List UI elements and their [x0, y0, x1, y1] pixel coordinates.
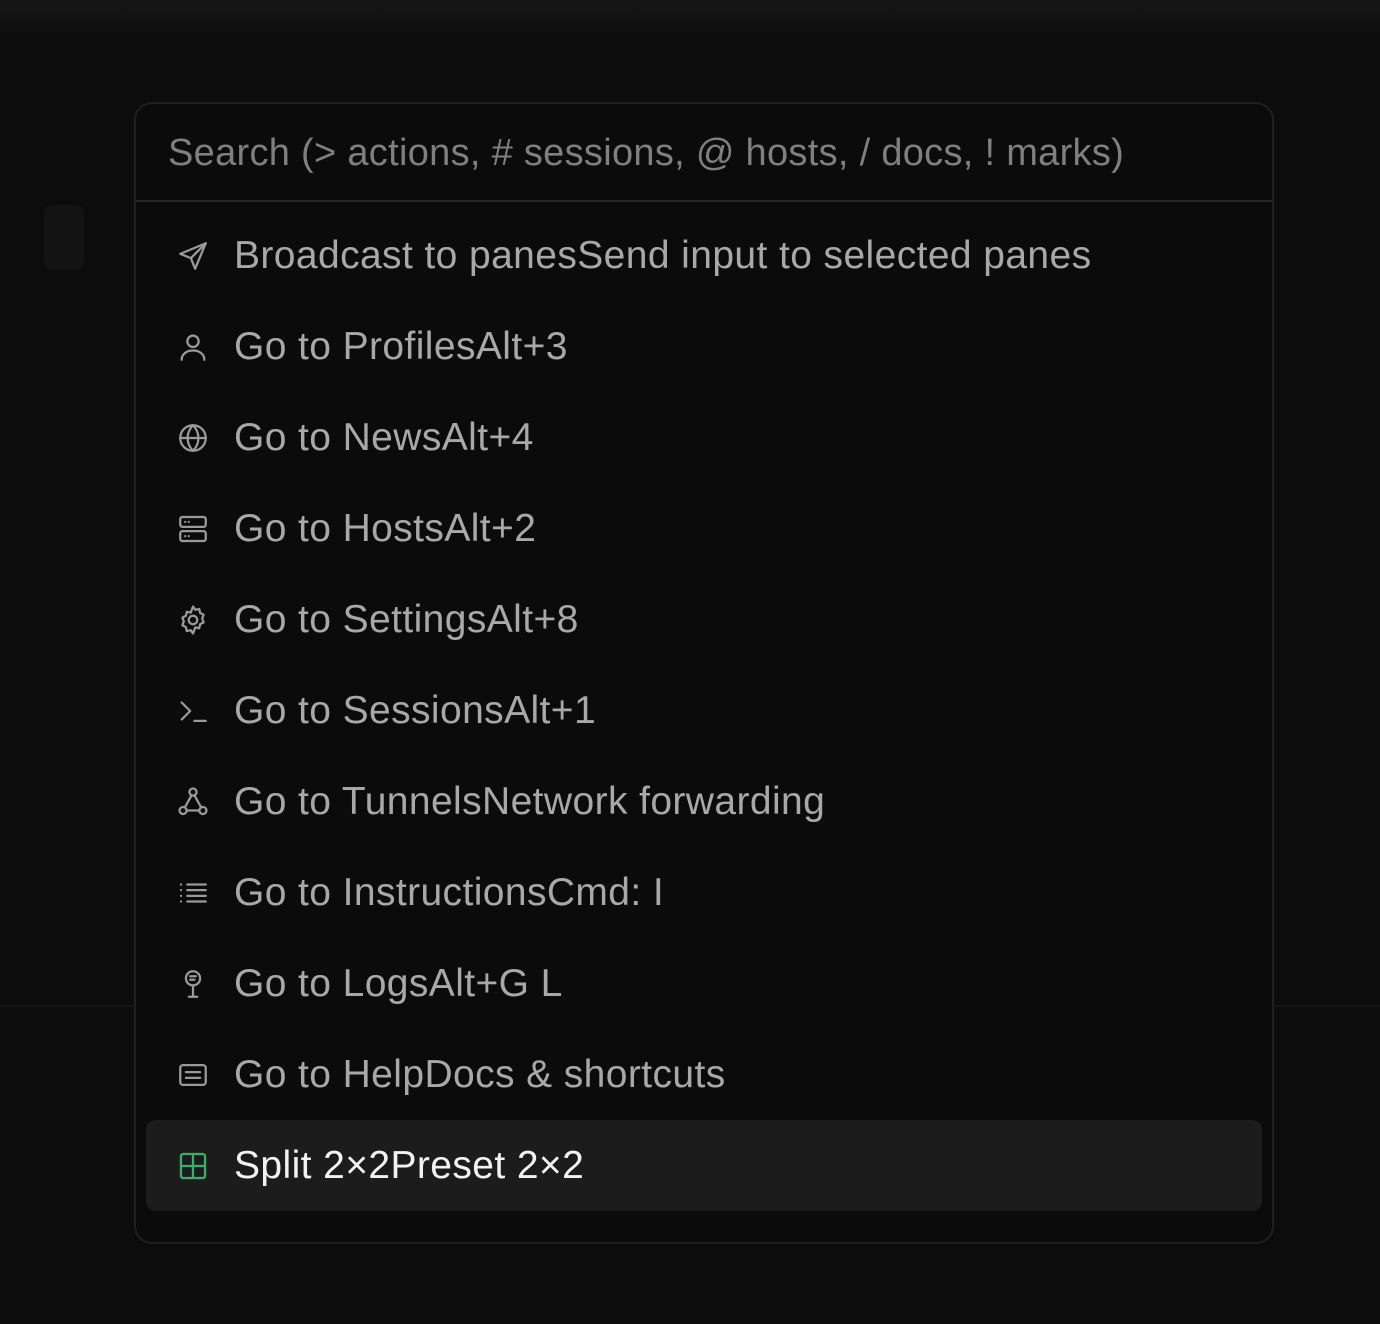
server-icon — [176, 512, 210, 546]
command-title: Go to News — [234, 415, 442, 459]
command-detail: Alt+2 — [444, 506, 537, 550]
command-item-sessions[interactable]: Go to SessionsAlt+1 — [146, 665, 1262, 756]
command-label: Go to LogsAlt+G L — [234, 962, 563, 1006]
user-icon — [176, 330, 210, 364]
command-title: Go to Sessions — [234, 688, 505, 732]
command-item-help[interactable]: Go to HelpDocs & shortcuts — [146, 1029, 1262, 1120]
command-detail: Alt+1 — [504, 688, 597, 732]
globe-icon — [176, 421, 210, 455]
command-title: Split 2×2 — [234, 1143, 391, 1187]
command-label: Go to ProfilesAlt+3 — [234, 325, 568, 369]
command-list: Broadcast to panesSend input to selected… — [136, 210, 1272, 1211]
command-title: Broadcast to panes — [234, 233, 578, 277]
command-item-news[interactable]: Go to NewsAlt+4 — [146, 392, 1262, 483]
logs-icon — [176, 967, 210, 1001]
search-row — [136, 104, 1272, 202]
command-label: Go to InstructionsCmd: I — [234, 871, 664, 915]
command-title: Go to Hosts — [234, 506, 445, 550]
command-palette: Broadcast to panesSend input to selected… — [134, 102, 1274, 1244]
command-title: Go to Help — [234, 1052, 425, 1096]
command-item-broadcast[interactable]: Broadcast to panesSend input to selected… — [146, 210, 1262, 301]
command-item-logs[interactable]: Go to LogsAlt+G L — [146, 938, 1262, 1029]
help-doc-icon — [176, 1058, 210, 1092]
terminal-icon — [176, 694, 210, 728]
command-title: Go to Tunnels — [234, 779, 483, 823]
send-icon — [176, 239, 210, 273]
command-detail: Send input to selected panes — [577, 233, 1092, 277]
command-detail: Network forwarding — [482, 779, 826, 823]
command-title: Go to Logs — [234, 961, 429, 1005]
list-icon — [176, 876, 210, 910]
command-title: Go to Profiles — [234, 324, 476, 368]
command-detail: Alt+4 — [441, 415, 534, 459]
command-title: Go to Settings — [234, 597, 487, 641]
command-label: Go to NewsAlt+4 — [234, 416, 534, 460]
command-label: Go to HostsAlt+2 — [234, 507, 536, 551]
command-item-profiles[interactable]: Go to ProfilesAlt+3 — [146, 301, 1262, 392]
command-label: Go to TunnelsNetwork forwarding — [234, 780, 825, 824]
command-detail: Alt+3 — [475, 324, 568, 368]
command-item-instructions[interactable]: Go to InstructionsCmd: I — [146, 847, 1262, 938]
search-input[interactable] — [166, 104, 1240, 202]
gear-icon — [176, 603, 210, 637]
command-label: Go to HelpDocs & shortcuts — [234, 1053, 726, 1097]
command-detail: Cmd: I — [546, 870, 665, 914]
command-label: Split 2×2Preset 2×2 — [234, 1144, 584, 1188]
command-detail: Alt+8 — [486, 597, 579, 641]
dimmed-toolbar — [0, 0, 1380, 40]
command-label: Go to SettingsAlt+8 — [234, 598, 579, 642]
command-title: Go to Instructions — [234, 870, 547, 914]
dimmed-control — [44, 205, 84, 270]
grid-icon — [176, 1149, 210, 1183]
command-detail: Docs & shortcuts — [424, 1052, 726, 1096]
command-label: Go to SessionsAlt+1 — [234, 689, 596, 733]
command-item-split-2x2[interactable]: Split 2×2Preset 2×2 — [146, 1120, 1262, 1211]
command-item-tunnels[interactable]: Go to TunnelsNetwork forwarding — [146, 756, 1262, 847]
command-label: Broadcast to panesSend input to selected… — [234, 234, 1092, 278]
command-item-hosts[interactable]: Go to HostsAlt+2 — [146, 483, 1262, 574]
command-detail: Preset 2×2 — [390, 1143, 585, 1187]
command-item-settings[interactable]: Go to SettingsAlt+8 — [146, 574, 1262, 665]
network-icon — [176, 785, 210, 819]
command-detail: Alt+G L — [428, 961, 563, 1005]
